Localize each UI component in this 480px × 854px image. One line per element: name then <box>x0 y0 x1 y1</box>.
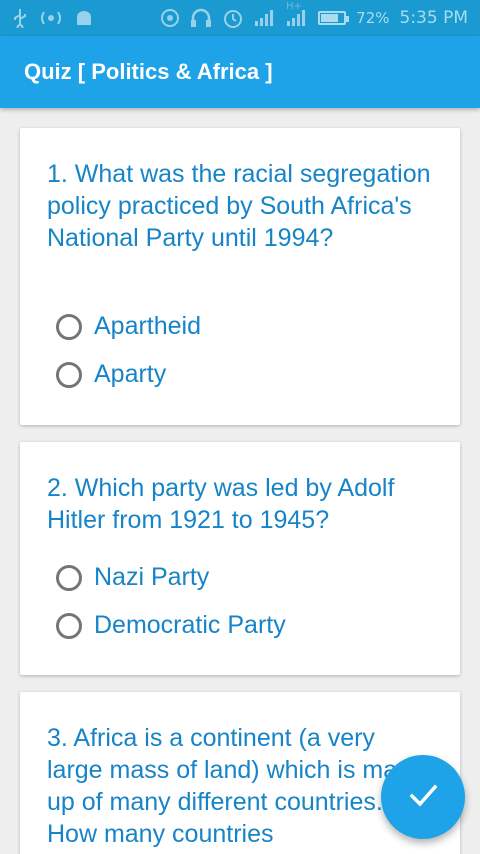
question-text: 3. Africa is a continent (a very large m… <box>47 724 425 848</box>
wifi-hotspot-icon <box>38 8 64 28</box>
page-title: Quiz [ Politics & Africa ] <box>24 59 273 84</box>
status-bar-right: H+ 72% 5:35 PM <box>160 1 469 29</box>
clock-time: 5:35 PM <box>399 8 469 28</box>
alarm-icon <box>222 7 244 29</box>
battery-icon <box>318 11 350 25</box>
radio-unchecked-icon[interactable] <box>56 612 82 639</box>
check-icon <box>406 778 440 816</box>
option-radio-apartheid[interactable]: Apartheid <box>56 312 201 341</box>
status-bar: H+ 72% 5:35 PM <box>0 0 480 36</box>
signal-icon <box>254 9 276 27</box>
option-radio-aparty[interactable]: Aparty <box>56 360 166 389</box>
radio-unchecked-icon[interactable] <box>56 564 82 591</box>
option-label: Aparty <box>94 360 167 388</box>
option-radio-democratic-party[interactable]: Democratic Party <box>56 611 286 640</box>
usb-icon <box>12 8 28 28</box>
android-icon <box>74 8 94 28</box>
submit-button[interactable] <box>381 755 465 839</box>
status-bar-left <box>12 8 94 28</box>
question-card-2: 2. Which party was led by Adolf Hitler f… <box>20 442 460 675</box>
question-card-1: 1. What was the racial segregation polic… <box>20 128 460 425</box>
option-label: Nazi Party <box>94 563 210 591</box>
battery-percent: 72% <box>356 9 390 27</box>
radio-unchecked-icon[interactable] <box>56 361 82 388</box>
question-text: 2. Which party was led by Adolf Hitler f… <box>47 474 395 534</box>
network-type-label: H+ <box>286 1 303 12</box>
quiz-list[interactable]: 1. What was the racial segregation polic… <box>0 108 480 854</box>
radio-unchecked-icon[interactable] <box>56 313 82 340</box>
headset-icon <box>190 8 212 28</box>
signal-2-icon: H+ <box>286 1 308 27</box>
option-label: Democratic Party <box>94 611 286 639</box>
app-bar: Quiz [ Politics & Africa ] <box>0 36 480 108</box>
option-label: Apartheid <box>94 312 202 340</box>
question-text: 1. What was the racial segregation polic… <box>47 160 431 252</box>
nfc-icon <box>160 8 180 28</box>
option-radio-nazi-party[interactable]: Nazi Party <box>56 563 209 592</box>
